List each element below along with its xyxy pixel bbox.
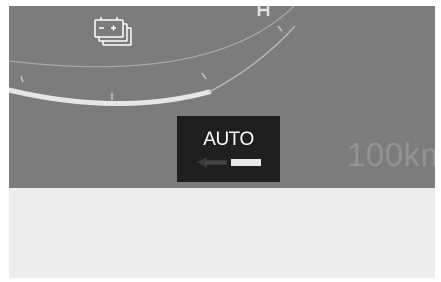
gauge-tick [20,75,24,83]
battery-icon [94,17,132,46]
lower-panel [9,188,435,278]
gauge-tick [277,25,283,32]
gauge-tick [201,72,207,80]
auto-mode-label: AUTO [203,129,254,150]
gauge-progress-arc [9,87,212,107]
h-marker-icon [257,6,270,16]
auto-high-beam-indicator: AUTO [177,116,280,182]
auto-beam-icon [197,157,261,168]
instrument-cluster-display: AUTO 100km [9,6,435,188]
odometer-readout: 100km [347,136,435,173]
